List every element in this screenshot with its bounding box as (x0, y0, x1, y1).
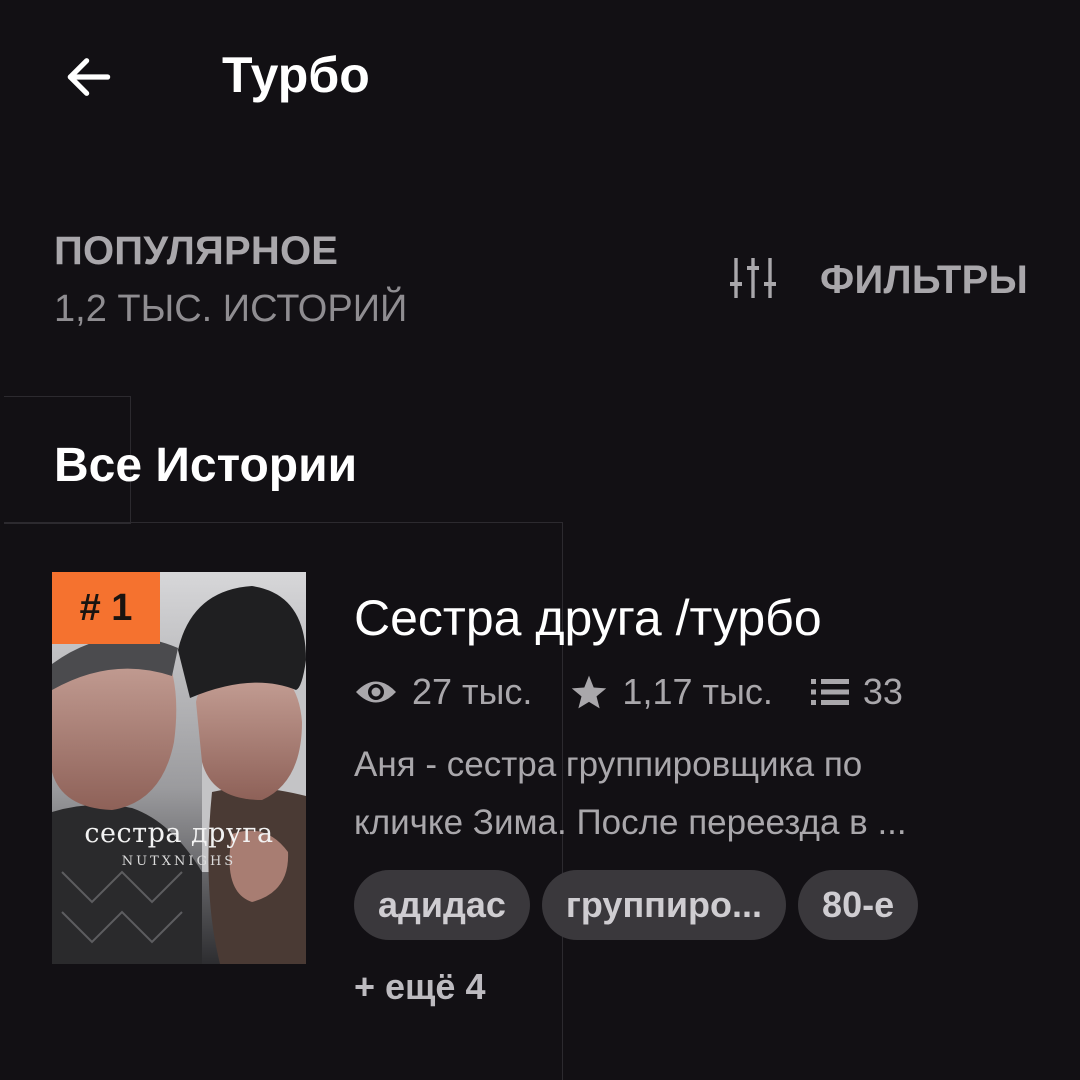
story-cover[interactable]: сестра друга NUTXNIGHS # 1 (52, 572, 306, 964)
parts-stat: 33 (810, 671, 903, 713)
rank-badge: # 1 (52, 572, 160, 644)
star-icon (570, 674, 608, 710)
story-title[interactable]: Сестра друга /турбо (354, 588, 822, 648)
votes-stat: 1,17 тыс. (570, 671, 773, 713)
tag-stories-screen: Турбо ПОПУЛЯРНОЕ 1,2 ТЫС. ИСТОРИЙ ФИЛЬТР… (0, 0, 1080, 1080)
sliders-icon (730, 256, 776, 305)
story-description: Аня - сестра группировщика по кличке Зим… (354, 736, 1044, 852)
back-button[interactable] (54, 44, 124, 114)
tag-chip[interactable]: 80-е (798, 870, 919, 940)
eye-icon (354, 677, 398, 707)
sort-selector[interactable]: ПОПУЛЯРНОЕ 1,2 ТЫС. ИСТОРИЙ (54, 226, 407, 334)
votes-count: 1,17 тыс. (622, 671, 773, 712)
parts-count: 33 (862, 671, 903, 712)
tag-chip[interactable]: группиро... (541, 870, 787, 940)
page-title: Турбо (222, 47, 370, 103)
cover-author-text: NUTXNIGHS (121, 854, 237, 869)
story-stats: 27 тыс. 1,17 тыс. 33 (354, 670, 903, 714)
more-tags-link[interactable]: + ещё 4 (354, 966, 485, 1008)
tag-chip[interactable]: адидас (354, 870, 530, 940)
filters-button[interactable]: ФИЛЬТРЫ (730, 250, 1028, 310)
list-icon (810, 677, 849, 707)
reads-stat: 27 тыс. (354, 671, 532, 713)
description-line: Аня - сестра группировщика по (354, 745, 863, 784)
sort-label: ПОПУЛЯРНОЕ (54, 229, 339, 273)
filters-label: ФИЛЬТРЫ (820, 257, 1029, 302)
section-title: Все Истории (54, 439, 358, 492)
description-line: кличке Зима. После переезда в ... (354, 803, 907, 842)
tag-list: адидас группиро... 80-е (354, 870, 930, 940)
arrow-left-icon (61, 49, 117, 110)
cover-title-text: сестра друга (84, 818, 274, 849)
story-count: 1,2 ТЫС. ИСТОРИЙ (54, 288, 408, 330)
reads-count: 27 тыс. (412, 671, 533, 712)
story-card[interactable]: сестра друга NUTXNIGHS # 1 Сестра друга … (52, 572, 1042, 1032)
